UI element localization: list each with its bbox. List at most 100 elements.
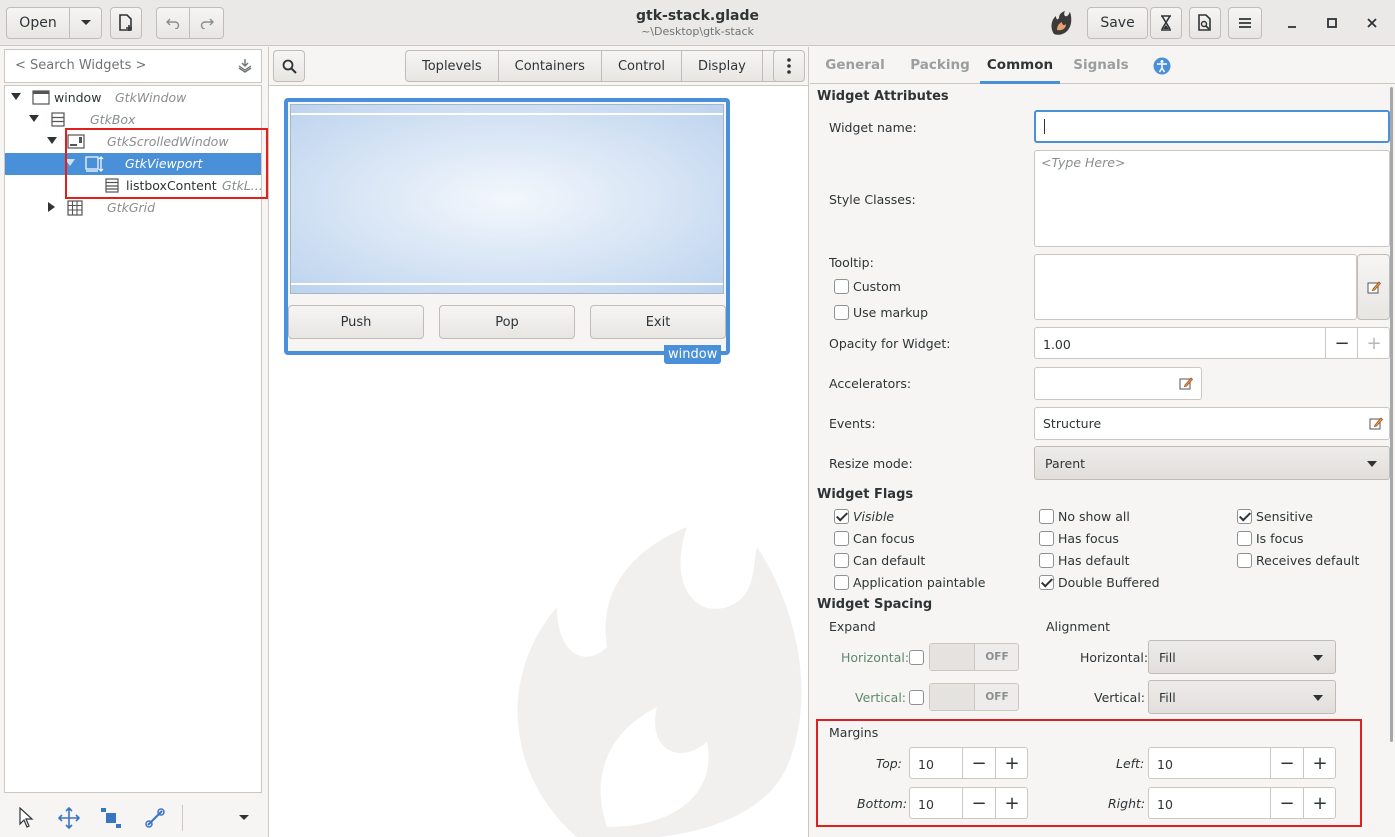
has-default-checkbox[interactable] xyxy=(1039,553,1054,568)
resize-mode-combo[interactable]: Parent xyxy=(1034,446,1390,480)
palette-tab-containers[interactable]: Containers xyxy=(498,50,602,82)
preview-test-button[interactable] xyxy=(1150,7,1182,39)
palette-options-button[interactable] xyxy=(773,50,805,82)
vexpand-checkbox[interactable] xyxy=(909,690,924,705)
align-edit-icon[interactable] xyxy=(144,807,166,829)
tree-row-gtkgrid[interactable]: GtkGrid xyxy=(5,197,261,219)
can-default-checkbox[interactable] xyxy=(834,553,849,568)
visible-checkbox[interactable] xyxy=(834,509,849,524)
increment-button[interactable]: + xyxy=(995,748,1028,778)
palette-tab-display[interactable]: Display xyxy=(681,50,763,82)
decrement-button[interactable]: − xyxy=(1325,328,1358,358)
visible-label: Visible xyxy=(853,509,895,524)
design-canvas[interactable]: Push Pop Exit window xyxy=(269,87,808,837)
receives-default-checkbox[interactable] xyxy=(1237,553,1252,568)
new-project-button[interactable] xyxy=(110,7,142,39)
push-button[interactable]: Push xyxy=(288,305,424,339)
tooltip-edit-button[interactable] xyxy=(1357,254,1390,320)
has-focus-label: Has focus xyxy=(1058,531,1119,546)
decrement-button[interactable]: − xyxy=(962,788,995,818)
sensitive-label: Sensitive xyxy=(1256,509,1313,524)
undo-button[interactable] xyxy=(156,7,190,39)
decrement-button[interactable]: − xyxy=(1270,748,1303,778)
inspector-scrollbar[interactable] xyxy=(1390,87,1393,742)
expander-closed-icon[interactable] xyxy=(48,202,56,212)
close-button[interactable] xyxy=(1361,12,1383,34)
hexpand-switch[interactable]: OFF xyxy=(929,643,1019,671)
double-buffered-checkbox[interactable] xyxy=(1039,575,1054,590)
is-focus-checkbox[interactable] xyxy=(1237,531,1252,546)
tooltip-field[interactable] xyxy=(1034,254,1357,320)
main-menu-button[interactable] xyxy=(1228,7,1262,39)
open-button[interactable]: Open xyxy=(6,7,70,39)
no-show-all-checkbox[interactable] xyxy=(1039,509,1054,524)
valign-combo[interactable]: Fill xyxy=(1148,680,1336,714)
events-field[interactable]: Structure xyxy=(1034,407,1390,440)
margin-edit-icon[interactable] xyxy=(100,807,122,829)
tab-accessibility[interactable] xyxy=(1142,47,1182,84)
hexpand-checkbox[interactable] xyxy=(909,650,924,665)
accelerators-field[interactable] xyxy=(1034,367,1202,400)
tab-packing[interactable]: Packing xyxy=(900,47,980,84)
expander-open-icon[interactable] xyxy=(29,115,39,123)
custom-checkbox[interactable] xyxy=(834,279,849,294)
opacity-spinner[interactable]: 1.00 − + xyxy=(1034,327,1390,359)
sensitive-checkbox[interactable] xyxy=(1237,509,1252,524)
tooltip-label: Tooltip: xyxy=(829,255,874,270)
hamburger-menu-icon xyxy=(1239,18,1251,28)
save-button[interactable]: Save xyxy=(1087,7,1148,39)
search-widgets-input[interactable] xyxy=(15,58,225,73)
palette-toolbar: Toplevels Containers Control Display xyxy=(269,47,808,86)
use-markup-checkbox[interactable] xyxy=(834,305,849,320)
tab-general[interactable]: General xyxy=(810,47,900,84)
decrement-button[interactable]: − xyxy=(962,748,995,778)
halign-combo[interactable]: Fill xyxy=(1148,640,1336,674)
select-pointer-icon[interactable] xyxy=(18,807,34,829)
exit-button[interactable]: Exit xyxy=(590,305,726,339)
margin-bottom-spinner[interactable]: 10 − + xyxy=(909,787,1028,819)
app-paintable-checkbox[interactable] xyxy=(834,575,849,590)
preview-button-row: Push Pop Exit xyxy=(288,305,726,339)
increment-button[interactable]: + xyxy=(1357,328,1390,358)
search-options-icon[interactable] xyxy=(237,58,253,74)
palette-tab-control[interactable]: Control xyxy=(601,50,682,82)
tab-signals[interactable]: Signals xyxy=(1060,47,1142,84)
margin-top-spinner[interactable]: 10 − + xyxy=(909,747,1028,779)
accessibility-icon xyxy=(1153,57,1171,74)
maximize-button[interactable] xyxy=(1321,12,1343,34)
search-widgets-field[interactable] xyxy=(4,49,262,83)
resize-mode-value: Parent xyxy=(1045,456,1086,471)
preview-viewport[interactable] xyxy=(290,104,724,294)
increment-button[interactable]: + xyxy=(995,788,1028,818)
palette-search-button[interactable] xyxy=(273,50,305,82)
grid-icon xyxy=(67,200,83,216)
margin-left-spinner[interactable]: 10 − + xyxy=(1148,747,1336,779)
expander-open-icon[interactable] xyxy=(11,93,21,101)
redo-button[interactable] xyxy=(190,7,224,39)
widget-name-field[interactable] xyxy=(1034,110,1390,143)
style-classes-field[interactable]: <Type Here> xyxy=(1034,150,1390,247)
increment-button[interactable]: + xyxy=(1303,748,1336,778)
pop-button[interactable]: Pop xyxy=(439,305,575,339)
margin-right-spinner[interactable]: 10 − + xyxy=(1148,787,1336,819)
vexpand-switch[interactable]: OFF xyxy=(929,683,1019,711)
preview-window[interactable]: Push Pop Exit xyxy=(284,98,730,355)
drag-resize-icon[interactable] xyxy=(58,807,80,829)
palette-tab-toplevels[interactable]: Toplevels xyxy=(405,50,499,82)
open-recent-dropdown[interactable] xyxy=(70,7,102,39)
decrement-button[interactable]: − xyxy=(1270,788,1303,818)
open-button-group: Open xyxy=(6,7,102,39)
tree-row-window[interactable]: window GtkWindow xyxy=(5,87,261,109)
hourglass-icon xyxy=(1161,15,1171,31)
document-preview-button[interactable] xyxy=(1189,7,1221,39)
can-focus-checkbox[interactable] xyxy=(834,531,849,546)
has-focus-checkbox[interactable] xyxy=(1039,531,1054,546)
tab-common[interactable]: Common xyxy=(980,47,1060,84)
pencil-edit-icon[interactable] xyxy=(1179,376,1193,390)
pencil-edit-icon[interactable] xyxy=(1369,416,1383,430)
minimize-button[interactable] xyxy=(1281,12,1303,34)
increment-button[interactable]: + xyxy=(1303,788,1336,818)
margin-top-label: Top: xyxy=(876,756,902,771)
expander-open-icon[interactable] xyxy=(47,137,57,145)
chevron-down-icon[interactable] xyxy=(238,814,250,822)
